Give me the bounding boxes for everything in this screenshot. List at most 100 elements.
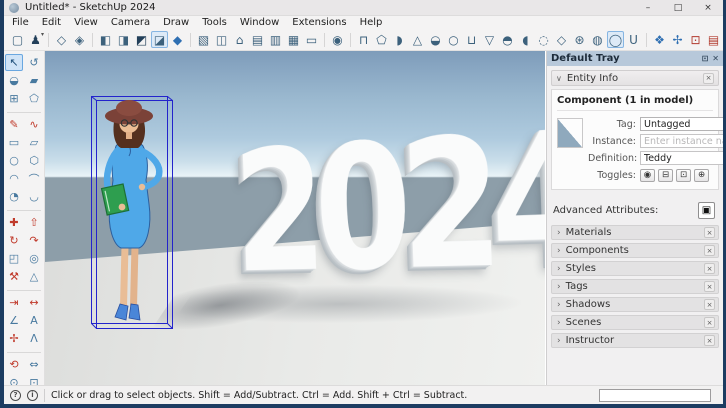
shape-golfball-icon[interactable]: ◍	[589, 31, 606, 48]
tray-section-shadows[interactable]: › Shadows ×	[551, 297, 719, 312]
orbit-tool[interactable]: ⟲	[5, 356, 23, 373]
tray-section-materials[interactable]: › Materials ×	[551, 225, 719, 240]
push-pull-tool[interactable]: ⇧	[25, 214, 43, 231]
section-close-icon[interactable]: ×	[704, 335, 715, 346]
rectangle-tool[interactable]: ▭	[5, 134, 23, 151]
style-hidden-line-icon[interactable]: ◈	[71, 31, 88, 48]
hide-rest-toggle-icon[interactable]: ⊡	[676, 169, 691, 182]
u-tool-icon[interactable]: U	[625, 31, 642, 48]
section-close-icon[interactable]: ×	[704, 299, 715, 310]
style-shaded-icon[interactable]: ◨	[115, 31, 132, 48]
info-icon[interactable]: i	[27, 390, 38, 401]
text-tool[interactable]: A	[25, 312, 43, 329]
add-location-icon[interactable]: ◉	[329, 31, 346, 48]
dimension-tool[interactable]: ↔	[25, 294, 43, 311]
shape-pentagon-icon[interactable]: ⬠	[373, 31, 390, 48]
shape-tub-icon[interactable]: ⊔	[463, 31, 480, 48]
person-component[interactable]	[91, 96, 174, 330]
new-document-icon[interactable]: ▢	[9, 31, 26, 48]
shape-dome-icon[interactable]: ◓	[499, 31, 516, 48]
menu-file[interactable]: File	[12, 17, 29, 28]
menu-draw[interactable]: Draw	[163, 17, 189, 28]
move-plane-icon[interactable]: ❖	[651, 31, 668, 48]
tray-section-instructor[interactable]: › Instructor ×	[551, 333, 719, 348]
view-front-icon[interactable]: ⌂	[231, 31, 248, 48]
style-monochrome-icon[interactable]: ◩	[133, 31, 150, 48]
rotated-rectangle-tool[interactable]: ▱	[25, 134, 43, 151]
solid-tools[interactable]: ⚒	[5, 268, 23, 285]
hide-toggle-icon[interactable]: ◉	[640, 169, 655, 182]
section-close-icon[interactable]: ×	[704, 263, 715, 274]
shape-ring-icon[interactable]: ◌	[535, 31, 552, 48]
arc-tool[interactable]: ⌒	[25, 170, 43, 187]
shape-polyhedron-icon[interactable]: ◇	[553, 31, 570, 48]
view-left-icon[interactable]: ▦	[285, 31, 302, 48]
shape-cone-icon[interactable]: △	[409, 31, 426, 48]
protractor-tool[interactable]: ∠	[5, 312, 23, 329]
section-close-icon[interactable]: ×	[704, 317, 715, 328]
freehand-tool[interactable]: ∿	[25, 116, 43, 133]
shape-cylinder-icon[interactable]: ⊓	[355, 31, 372, 48]
offset-tool[interactable]: ◎	[25, 250, 43, 267]
definition-input[interactable]	[640, 151, 726, 165]
circle-tool[interactable]: ○	[5, 152, 23, 169]
model-viewport[interactable]: 2024	[45, 51, 545, 385]
help-icon[interactable]: ?	[10, 390, 21, 401]
instance-input[interactable]	[640, 134, 726, 148]
view-top-icon[interactable]: ◫	[213, 31, 230, 48]
line-tool[interactable]: ✎	[5, 116, 23, 133]
circle-tool-icon[interactable]: ◯	[607, 31, 624, 48]
close-button[interactable]: ×	[693, 0, 723, 15]
follow-me-tool[interactable]: ↷	[25, 232, 43, 249]
menu-tools[interactable]: Tools	[202, 17, 227, 28]
menu-camera[interactable]: Camera	[111, 17, 150, 28]
maximize-button[interactable]: □	[663, 0, 693, 15]
outer-shell-tool[interactable]: △	[25, 268, 43, 285]
paint-bucket-tool[interactable]: ◒	[5, 72, 23, 89]
polygon-tool[interactable]: ⬡	[25, 152, 43, 169]
shape-half-round-icon[interactable]: ◗	[391, 31, 408, 48]
menu-extensions[interactable]: Extensions	[292, 17, 346, 28]
menu-help[interactable]: Help	[360, 17, 383, 28]
zoom-selection-icon[interactable]: ⊡	[687, 31, 704, 48]
minimize-button[interactable]: –	[633, 0, 663, 15]
section-close-icon[interactable]: ×	[704, 281, 715, 292]
menu-view[interactable]: View	[74, 17, 98, 28]
person-select-icon[interactable]: ♟▾	[27, 31, 44, 48]
tray-section-tags[interactable]: › Tags ×	[551, 279, 719, 294]
style-wireframe-icon[interactable]: ◇	[53, 31, 70, 48]
3d-text-tool[interactable]: Λ	[25, 330, 43, 347]
make-component-tool[interactable]: ⊞	[5, 90, 23, 107]
shape-sphere-icon[interactable]: ⊛	[571, 31, 588, 48]
pin-icon[interactable]: ⊡	[702, 54, 709, 63]
view-plan-icon[interactable]: ▭	[303, 31, 320, 48]
pan-tool[interactable]: ⇔	[25, 356, 43, 373]
style-xray-icon[interactable]: ◆	[169, 31, 186, 48]
shapes-tool[interactable]: ⬠	[25, 90, 43, 107]
tray-close-icon[interactable]: ✕	[712, 54, 719, 63]
hide-similar-toggle-icon[interactable]: ⊕	[694, 169, 709, 182]
section-close-icon[interactable]: ×	[704, 245, 715, 256]
shape-pyramid-icon[interactable]: ▽	[481, 31, 498, 48]
shape-quarter-icon[interactable]: ◖	[517, 31, 534, 48]
entity-info-header[interactable]: ∨ Entity Info ×	[551, 70, 719, 86]
menu-window[interactable]: Window	[240, 17, 279, 28]
lasso-tool[interactable]: ↺	[25, 54, 43, 71]
style-back-edges-icon[interactable]: ◧	[97, 31, 114, 48]
report-clipboard-icon[interactable]: ▤	[705, 31, 722, 48]
section-close-icon[interactable]: ×	[704, 227, 715, 238]
view-iso-icon[interactable]: ▧	[195, 31, 212, 48]
advanced-attributes-button[interactable]: ▣	[698, 202, 715, 219]
rotate-tool[interactable]: ↻	[5, 232, 23, 249]
shape-half-cylinder-icon[interactable]: ◒	[427, 31, 444, 48]
axis-tool-icon[interactable]: ✢	[669, 31, 686, 48]
shape-circle-icon[interactable]: ○	[445, 31, 462, 48]
tape-measure-tool[interactable]: ⇥	[5, 294, 23, 311]
menu-edit[interactable]: Edit	[42, 17, 61, 28]
style-textured-icon[interactable]: ◪	[151, 31, 168, 48]
tray-section-styles[interactable]: › Styles ×	[551, 261, 719, 276]
measurements-input[interactable]	[599, 389, 711, 402]
axes-tool[interactable]: ✢	[5, 330, 23, 347]
view-right-icon[interactable]: ▤	[249, 31, 266, 48]
scale-tool[interactable]: ◰	[5, 250, 23, 267]
